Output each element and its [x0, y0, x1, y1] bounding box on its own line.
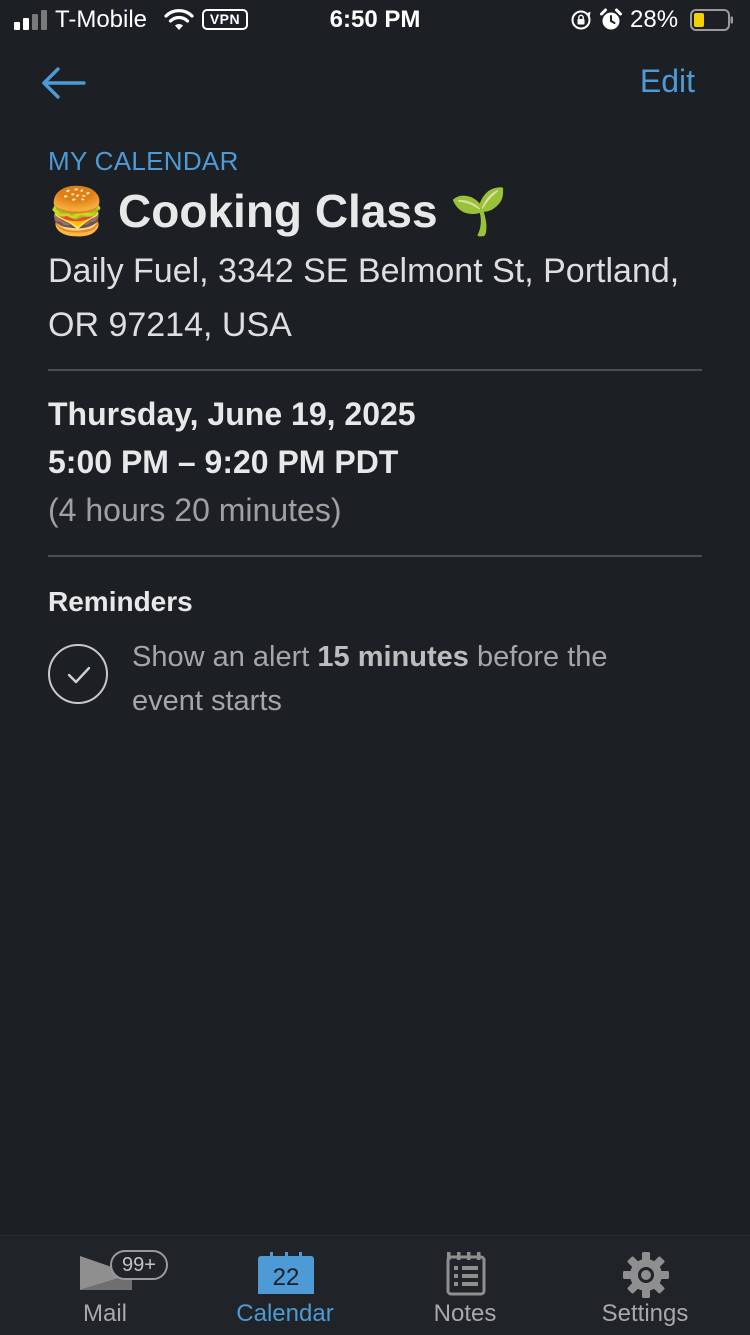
back-button[interactable]: [36, 60, 92, 106]
status-bar: T-Mobile VPN 6:50 PM 28%: [0, 0, 750, 40]
tab-label: Calendar: [236, 1300, 334, 1327]
reminder-text: Show an alert 15 minutes before the even…: [132, 635, 672, 723]
tab-label: Settings: [601, 1300, 689, 1327]
edit-button[interactable]: Edit: [640, 63, 695, 100]
tab-settings[interactable]: Settings: [555, 1236, 735, 1335]
alarm-clock-icon: [600, 8, 622, 30]
tab-calendar[interactable]: 22 Calendar: [195, 1236, 375, 1335]
divider: [48, 555, 702, 557]
tab-bar: 99+ Mail 22 Calendar Notes Settings: [0, 1235, 750, 1335]
calendar-icon: 22: [258, 1252, 314, 1296]
reminder-lead-time: 15 minutes: [317, 641, 469, 673]
battery-percentage: 28%: [630, 6, 679, 33]
reminders-heading: Reminders: [48, 586, 193, 617]
tab-label: Mail: [82, 1300, 127, 1327]
event-location: Daily Fuel, 3342 SE Belmont St, Portland…: [48, 252, 680, 344]
tab-notes[interactable]: Notes: [375, 1236, 555, 1335]
gear-icon: [623, 1252, 669, 1298]
reminder-prefix: Show an alert: [132, 641, 318, 673]
event-date: Thursday, June 19, 2025: [48, 396, 416, 432]
rotation-lock-icon: [571, 10, 591, 30]
event-title: 🍔 Cooking Class 🌱: [48, 185, 508, 237]
unread-count-badge: 99+: [110, 1250, 168, 1280]
event-time-range: 5:00 PM – 9:20 PM PDT: [48, 444, 399, 480]
tab-mail[interactable]: 99+ Mail: [15, 1236, 195, 1335]
calendar-day-number: 22: [272, 1264, 300, 1291]
check-circle-icon: [67, 666, 91, 684]
tab-label: Notes: [433, 1300, 497, 1327]
divider: [48, 369, 702, 371]
calendar-name: MY CALENDAR: [48, 146, 239, 176]
battery-icon: [690, 9, 733, 31]
notes-icon: [446, 1252, 486, 1296]
reminder-toggle[interactable]: [48, 644, 108, 704]
event-duration: (4 hours 20 minutes): [48, 492, 342, 528]
arrow-left-icon: [42, 67, 86, 99]
